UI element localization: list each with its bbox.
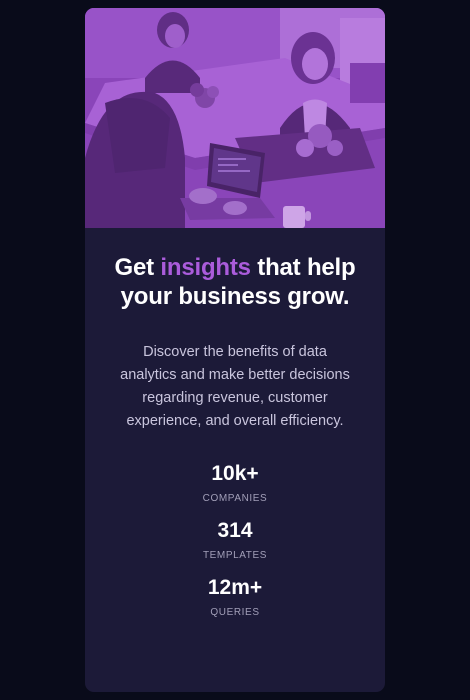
stat-value: 12m+: [207, 576, 263, 599]
headline-prefix: Get: [114, 254, 161, 281]
stat-companies: 10k+ COMPANIES: [113, 461, 357, 505]
stat-templates: 314 TEMPLATES: [113, 518, 357, 562]
stat-label: TEMPLATES: [202, 550, 268, 561]
stat-value: 10k+: [211, 462, 259, 485]
stat-label: QUERIES: [210, 607, 260, 618]
stat-value: 314: [217, 519, 253, 542]
card-content: Get insights that help your business gro…: [85, 228, 385, 619]
stat-label: COMPANIES: [202, 493, 268, 504]
office-team-photo-icon: [85, 8, 385, 228]
stats-list: 10k+ COMPANIES 314 TEMPLATES 12m+ QUERIE…: [113, 461, 357, 619]
description: Discover the benefits of data analytics …: [120, 344, 350, 429]
page: Get insights that help your business gro…: [0, 0, 470, 700]
headline-accent: insights: [160, 254, 251, 281]
headline: Get insights that help your business gro…: [113, 253, 357, 311]
stat-queries: 12m+ QUERIES: [113, 575, 357, 619]
hero-image: [85, 8, 385, 228]
stats-preview-card: Get insights that help your business gro…: [85, 8, 385, 692]
